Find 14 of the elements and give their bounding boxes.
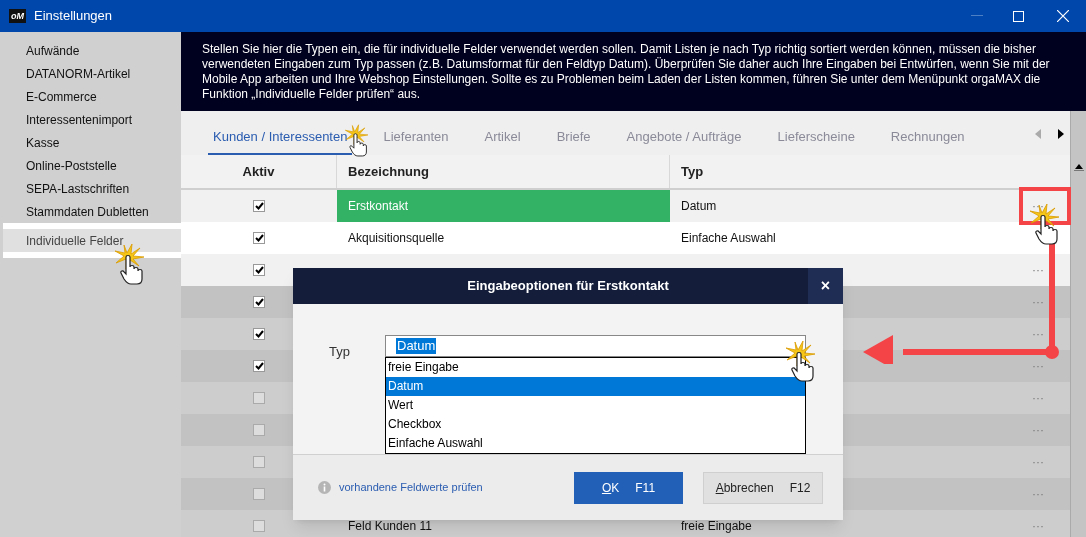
info-text: Stellen Sie hier die Typen ein, die für individuelle Felder verwendet werden sollen. Damit Listen je nach Typ richtig sortiert werden können, müssen die bisher verwendeten Eingaben zum Typ passen (z.B. Datumsformat für den Feldtyp Datum). Überprüfen Sie daher auch Ihre Eingaben bei Entwürfen, wenn Sie mit der Mobile App arbeiten und Ihre Webshop Einstellungen. Sollte es zu Problemen beim Laden der Listen kommen, führen Sie unter dem Menüpunkt orgaMAX die Funktion „Individuelle Felder prüfen“ aus.: [202, 42, 1051, 102]
window-title: Einstellungen: [34, 7, 113, 26]
table-cell-text: Feld Kunden 11: [347, 518, 433, 535]
dialog-title: Eingabeoptionen für Erstkontakt: [466, 277, 670, 296]
table-cell-text: Datum: [681, 198, 717, 215]
table-cell-text: Einfache Auswahl: [681, 230, 776, 247]
table-cell-text: freie Eingabe: [681, 518, 752, 535]
field-label: Typ: [329, 343, 351, 361]
column-header: Aktiv: [181, 155, 337, 188]
app-logo: oM: [9, 9, 26, 23]
dropdown-value: Datum: [396, 338, 437, 354]
column-header: Typ: [680, 162, 705, 181]
table-cell: Erstkontakt: [337, 190, 670, 222]
table-cell-text: Akquisitionsquelle: [347, 230, 446, 247]
